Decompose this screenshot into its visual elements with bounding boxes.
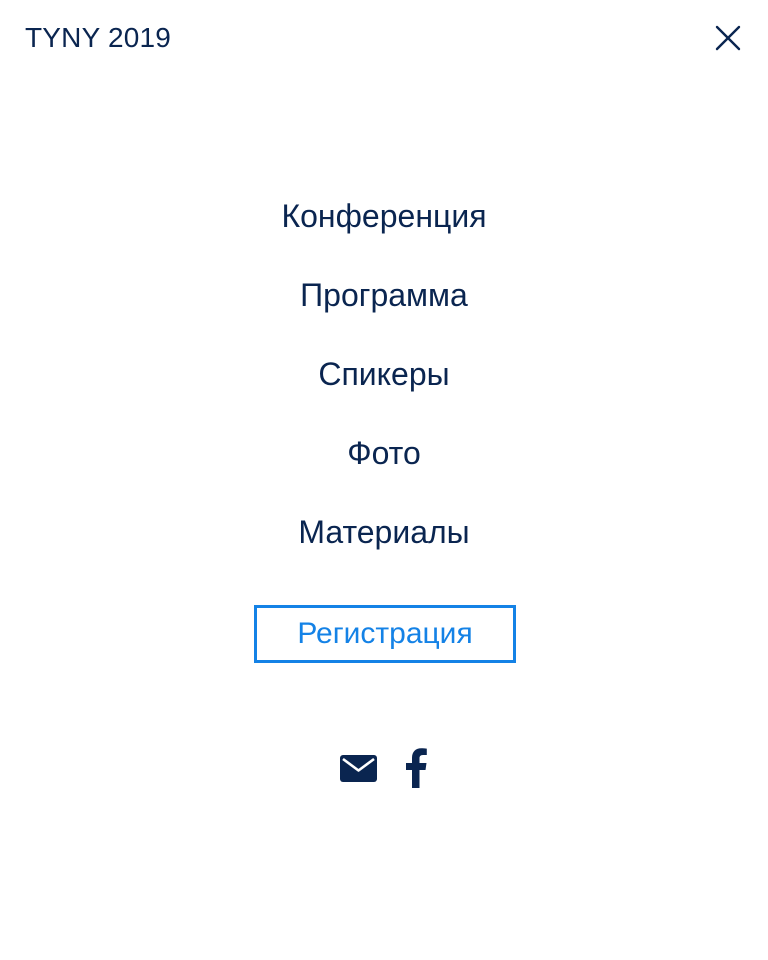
menu-item-conference[interactable]: Конференция [281,190,486,269]
close-button[interactable] [708,18,748,58]
menu-item-program[interactable]: Программа [300,269,468,348]
menu-item-photo[interactable]: Фото [347,427,421,506]
envelope-icon [340,755,377,782]
close-icon [715,25,741,51]
main-menu: Конференция Программа Спикеры Фото Матер… [0,190,768,585]
facebook-icon [406,748,427,788]
facebook-link[interactable] [404,748,428,788]
email-link[interactable] [340,753,378,783]
social-links [0,748,768,788]
menu-item-materials[interactable]: Материалы [298,506,469,585]
menu-item-speakers[interactable]: Спикеры [318,348,449,427]
site-logo[interactable]: TYNY 2019 [25,20,171,56]
register-button[interactable]: Регистрация [254,605,516,663]
